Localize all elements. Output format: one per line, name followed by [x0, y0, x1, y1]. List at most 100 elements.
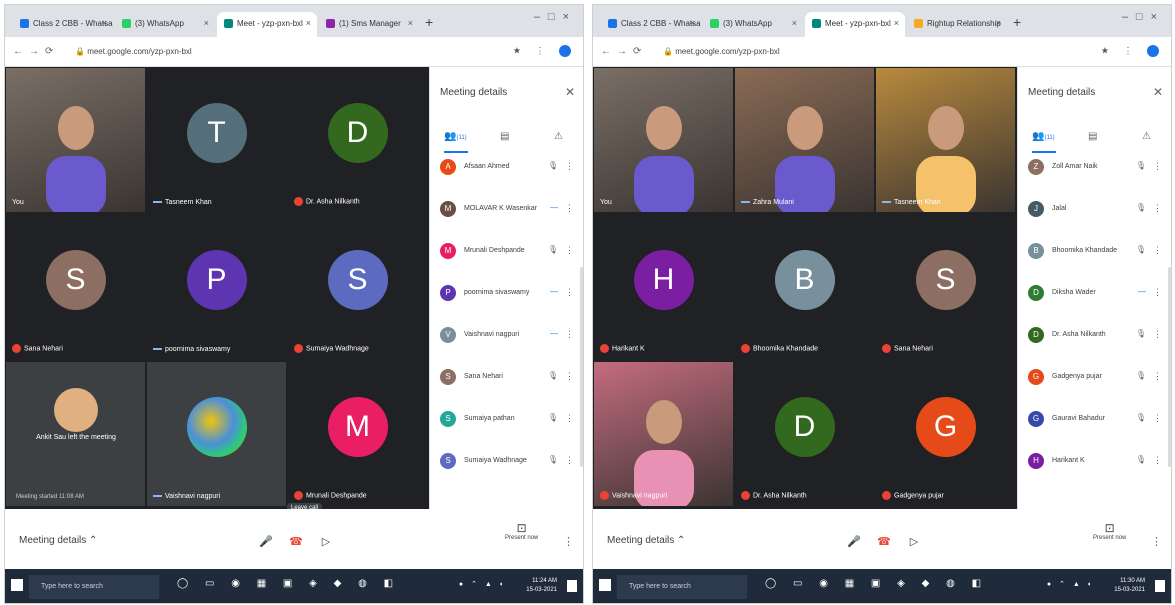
more-options-icon[interactable]: ⋮: [1153, 203, 1162, 214]
participant-tile[interactable]: H Harikant K: [593, 214, 734, 360]
window-controls[interactable]: –□×: [534, 11, 577, 23]
mic-off-icon[interactable]: 🎙: [1136, 371, 1146, 380]
system-clock[interactable]: 11:30 AM 15-03-2021: [1114, 577, 1145, 595]
participant-list-item[interactable]: H Harikant K 🎙 ⋮: [1028, 451, 1168, 473]
participant-list-item[interactable]: G Gadgenya pujar 🎙 ⋮: [1028, 367, 1168, 389]
panel-scrollbar[interactable]: [1168, 267, 1171, 467]
participant-tile[interactable]: You: [5, 67, 146, 213]
tab-close-icon[interactable]: ×: [690, 18, 695, 28]
present-now-button[interactable]: ⊡ Present now: [1093, 521, 1126, 541]
mic-off-icon[interactable]: 🎙: [548, 455, 558, 464]
browser-tab[interactable]: (1) Sms Manager ×: [319, 12, 419, 37]
mic-off-icon[interactable]: 🎙: [548, 413, 558, 422]
mic-on-icon[interactable]: —: [550, 287, 558, 296]
url-field[interactable]: 🔒 meet.google.com/yzp-pxn-bxl: [75, 47, 192, 56]
participant-tile[interactable]: You: [593, 67, 734, 213]
participant-list-item[interactable]: J Jalal 🎙 ⋮: [1028, 199, 1168, 221]
participant-tile[interactable]: D Dr. Asha Nilkanth: [734, 361, 875, 507]
participant-list-item[interactable]: Ppoornima sivaswamy — ⋮: [440, 283, 580, 305]
leave-call-button[interactable]: ☎: [873, 531, 895, 553]
participant-tile[interactable]: S Sumaiya Wadhnage: [287, 214, 428, 360]
tab-close-icon[interactable]: ×: [996, 18, 1001, 28]
mic-on-icon[interactable]: —: [550, 203, 558, 212]
mic-off-icon[interactable]: 🎙: [1136, 455, 1146, 464]
mic-off-icon[interactable]: 🎙: [548, 371, 558, 380]
more-options-icon[interactable]: ⋮: [1153, 161, 1162, 172]
mic-off-icon[interactable]: 🎙: [1136, 161, 1146, 170]
more-options-icon[interactable]: ⋮: [565, 329, 574, 340]
mic-on-icon[interactable]: —: [1138, 287, 1146, 296]
more-options-icon[interactable]: ⋮: [563, 535, 574, 548]
tab-people[interactable]: 👥(11): [444, 131, 467, 142]
participant-tile[interactable]: S Sana Nehari: [5, 214, 146, 360]
mic-on-icon[interactable]: —: [550, 329, 558, 338]
tab-activities[interactable]: ⚠: [1142, 131, 1151, 142]
browser-tab[interactable]: Meet - yzp-pxn-bxl ×: [217, 12, 317, 37]
more-options-icon[interactable]: ⋮: [1153, 329, 1162, 340]
close-icon[interactable]: ✕: [565, 85, 575, 99]
more-options-icon[interactable]: ⋮: [1153, 245, 1162, 256]
new-tab-button[interactable]: +: [1013, 14, 1021, 30]
notification-icon[interactable]: [1155, 580, 1165, 592]
panel-scrollbar[interactable]: [580, 267, 583, 467]
participant-list-item[interactable]: A Afsaan Ahmed 🎙 ⋮: [440, 157, 580, 179]
more-options-icon[interactable]: ⋮: [1153, 455, 1162, 466]
taskbar-search[interactable]: Type here to search: [29, 575, 159, 599]
participant-list-item[interactable]: S Sumaiya pathan 🎙 ⋮: [440, 409, 580, 431]
participant-tile[interactable]: S Sana Nehari: [875, 214, 1016, 360]
meeting-details-button[interactable]: Meeting details ⌃: [19, 535, 97, 546]
tab-people[interactable]: 👥(11): [1032, 131, 1055, 142]
more-options-icon[interactable]: ⋮: [565, 413, 574, 424]
system-tray-icons[interactable]: ● ⌃ ▲ ◐: [459, 580, 507, 588]
more-options-icon[interactable]: ⋮: [565, 455, 574, 466]
more-options-icon[interactable]: ⋮: [565, 287, 574, 298]
nav-buttons[interactable]: ←→⟳: [601, 46, 647, 57]
more-options-icon[interactable]: ⋮: [1151, 535, 1162, 548]
mic-off-icon[interactable]: 🎙: [1136, 329, 1146, 338]
more-options-icon[interactable]: ⋮: [565, 203, 574, 214]
participant-tile[interactable]: B Bhoomika Khandade: [734, 214, 875, 360]
participant-tile[interactable]: M Mrunali Deshpande: [287, 361, 428, 507]
participant-list-item[interactable]: S Sana Nehari 🎙 ⋮: [440, 367, 580, 389]
mic-off-icon[interactable]: 🎙: [548, 161, 558, 170]
participant-tile[interactable]: Tasneem Khan: [875, 67, 1016, 213]
more-options-icon[interactable]: ⋮: [1153, 371, 1162, 382]
address-bar-icons[interactable]: ★ ⋮: [513, 45, 571, 57]
mic-off-icon[interactable]: 🎙: [1136, 413, 1146, 422]
address-bar-icons[interactable]: ★ ⋮: [1101, 45, 1159, 57]
mic-button[interactable]: 🎤: [255, 531, 277, 553]
browser-tab[interactable]: Class 2 CBB - Whatsapp in bl×: [601, 12, 701, 37]
participant-tile[interactable]: Zahra Mulani: [734, 67, 875, 213]
browser-tab[interactable]: (3) WhatsApp ×: [703, 12, 803, 37]
system-clock[interactable]: 11:24 AM 15-03-2021: [526, 577, 557, 595]
profile-avatar[interactable]: [1147, 45, 1159, 57]
mic-off-icon[interactable]: 🎙: [1136, 203, 1146, 212]
browser-tab[interactable]: Class 2 CBB - Whatsapp in bl×: [13, 12, 113, 37]
participant-tile[interactable]: Vaishnavi nagpuri: [146, 361, 287, 507]
windows-start-icon[interactable]: [11, 579, 23, 591]
tab-close-icon[interactable]: ×: [408, 18, 413, 28]
more-options-icon[interactable]: ⋮: [565, 161, 574, 172]
tab-activities[interactable]: ⚠: [554, 131, 563, 142]
mic-off-icon[interactable]: 🎙: [1136, 245, 1146, 254]
participant-list-item[interactable]: B Bhoomika Khandade 🎙 ⋮: [1028, 241, 1168, 263]
close-icon[interactable]: ✕: [1153, 85, 1163, 99]
notification-icon[interactable]: [567, 580, 577, 592]
participant-tile[interactable]: D Dr. Asha Nilkanth: [287, 67, 428, 213]
participant-tile[interactable]: T Tasneem Khan: [146, 67, 287, 213]
tab-chat[interactable]: ▤: [500, 131, 509, 142]
taskbar-search[interactable]: Type here to search: [617, 575, 747, 599]
tab-close-icon[interactable]: ×: [306, 18, 311, 28]
taskbar-app-icons[interactable]: ◯ ▭ ◉ ▦ ▣ ◈ ◆ ◍ ◧: [765, 578, 988, 589]
windows-start-icon[interactable]: [599, 579, 611, 591]
participant-list-item[interactable]: M MOLAVAR K Wasenkar — ⋮: [440, 199, 580, 221]
window-controls[interactable]: –□×: [1122, 11, 1165, 23]
participant-list-item[interactable]: S Sumaiya Wadhnage 🎙 ⋮: [440, 451, 580, 473]
nav-buttons[interactable]: ←→⟳: [13, 46, 59, 57]
profile-avatar[interactable]: [559, 45, 571, 57]
tab-close-icon[interactable]: ×: [894, 18, 899, 28]
tab-chat[interactable]: ▤: [1088, 131, 1097, 142]
tab-close-icon[interactable]: ×: [792, 18, 797, 28]
participant-list-item[interactable]: Z Zoll Amar Naik 🎙 ⋮: [1028, 157, 1168, 179]
meeting-details-button[interactable]: Meeting details ⌃: [607, 535, 685, 546]
